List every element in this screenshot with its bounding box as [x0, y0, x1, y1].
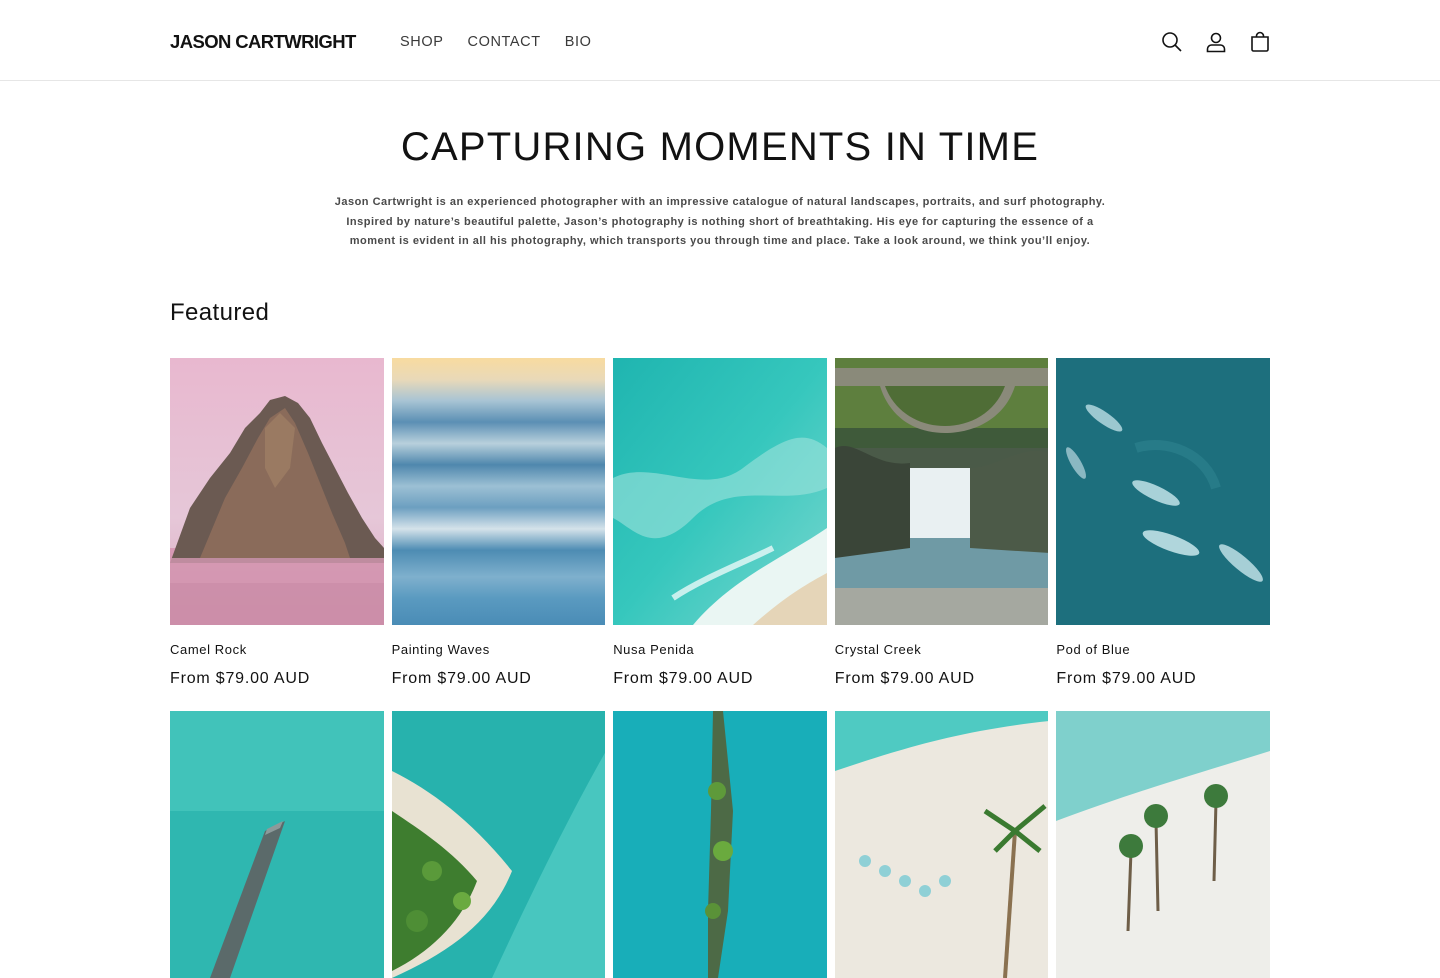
- product-title[interactable]: Pod of Blue: [1056, 642, 1270, 658]
- hero-title: CAPTURING MOMENTS IN TIME: [400, 125, 1040, 169]
- product-card[interactable]: [170, 711, 384, 978]
- search-icon[interactable]: [1159, 29, 1185, 55]
- product-card[interactable]: Nusa Penida From $79.00 AUD: [613, 358, 827, 689]
- product-price: From $79.00 AUD: [1056, 670, 1197, 687]
- product-price: From $79.00 AUD: [834, 670, 975, 687]
- product-image-camel-rock[interactable]: [170, 358, 384, 625]
- product-image-nusa-penida[interactable]: [613, 358, 827, 625]
- product-title[interactable]: Camel Rock: [170, 642, 384, 658]
- product-image-reef-wreck[interactable]: [613, 711, 827, 978]
- product-image-pod-of-blue[interactable]: [1056, 358, 1270, 625]
- product-image-pier[interactable]: [170, 711, 384, 978]
- hero-description: Jason Cartwright is an experienced photo…: [320, 193, 1120, 252]
- hero-line-1: Jason Cartwright is an experienced photo…: [334, 196, 1106, 208]
- product-card[interactable]: Pod of Blue From $79.00 AUD: [1056, 358, 1270, 689]
- product-card[interactable]: [1056, 711, 1270, 978]
- hero-line-2: Inspired by nature’s beautiful palette, …: [346, 215, 1094, 228]
- product-image-crystal-creek[interactable]: [834, 358, 1049, 625]
- account-icon[interactable]: [1203, 29, 1229, 55]
- product-price: From $79.00 AUD: [613, 670, 754, 687]
- main-nav: SHOP CONTACT BIO: [400, 33, 615, 51]
- product-price: From $79.00 AUD: [170, 670, 311, 687]
- nav-contact[interactable]: CONTACT: [468, 33, 541, 51]
- product-title[interactable]: Nusa Penida: [613, 642, 827, 658]
- product-price: From $79.00 AUD: [391, 670, 532, 687]
- product-card[interactable]: [391, 711, 606, 978]
- product-card[interactable]: [834, 711, 1049, 978]
- product-card[interactable]: Camel Rock From $79.00 AUD: [170, 358, 384, 689]
- cart-icon[interactable]: [1247, 29, 1273, 55]
- product-image-beach-umbrellas[interactable]: [834, 711, 1049, 978]
- product-image-palm-coast[interactable]: [391, 711, 606, 978]
- hero-line-3: moment is evident in all his photography…: [349, 235, 1091, 247]
- product-image-palm-trees[interactable]: [1056, 711, 1270, 978]
- product-image-painting-waves[interactable]: [391, 358, 606, 625]
- product-grid: Camel Rock From $79.00 AUD Painting Wave…: [170, 358, 1270, 978]
- featured-heading: Featured: [170, 299, 270, 326]
- product-title[interactable]: Painting Waves: [392, 642, 606, 658]
- product-title[interactable]: Crystal Creek: [835, 642, 1049, 658]
- nav-shop[interactable]: SHOP: [400, 33, 444, 51]
- product-card[interactable]: [613, 711, 827, 978]
- header-icons: [1159, 29, 1273, 55]
- product-card[interactable]: Painting Waves From $79.00 AUD: [391, 358, 606, 689]
- site-logo[interactable]: JASON CARTWRIGHT: [170, 31, 356, 53]
- nav-bio[interactable]: BIO: [565, 33, 592, 51]
- product-card[interactable]: Crystal Creek From $79.00 AUD: [834, 358, 1049, 689]
- site-header: JASON CARTWRIGHT SHOP CONTACT BIO: [0, 0, 1440, 81]
